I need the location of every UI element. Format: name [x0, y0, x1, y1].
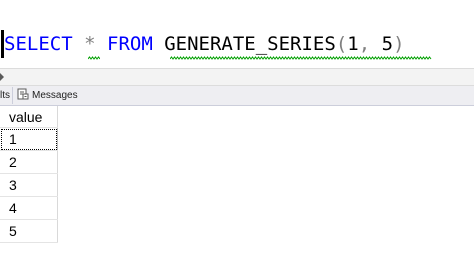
- collapse-triangle-icon[interactable]: [0, 73, 4, 81]
- keyword-from: FROM: [107, 33, 153, 55]
- tab-results-label: lts: [0, 90, 10, 101]
- keyword-select: SELECT: [4, 33, 73, 55]
- grid-cell[interactable]: 4: [0, 196, 58, 220]
- grid-cell[interactable]: 3: [0, 173, 58, 197]
- open-paren: (: [335, 33, 348, 55]
- query-line[interactable]: SELECT * FROM GENERATE_SERIES(1, 5): [4, 30, 405, 58]
- squiggle-underline-function: [170, 56, 432, 60]
- results-table: value 1 2 3 4 5: [0, 106, 58, 243]
- tab-messages-label: Messages: [32, 90, 78, 101]
- table-row: 5: [0, 219, 58, 243]
- column-header-value[interactable]: value: [0, 106, 58, 128]
- table-row: 1: [0, 127, 58, 151]
- tab-messages[interactable]: Messages: [15, 87, 81, 104]
- argument-stop: 5: [381, 33, 394, 55]
- close-paren: ): [393, 33, 405, 55]
- tab-results[interactable]: lts: [0, 87, 13, 104]
- grid-cell[interactable]: 1: [0, 127, 58, 151]
- results-tab-strip: lts Messages: [0, 86, 474, 106]
- ssms-window: SELECT * FROM GENERATE_SERIES(1, 5) lts …: [0, 0, 474, 262]
- argument-start: 1: [347, 33, 359, 55]
- squiggle-underline-star: [88, 56, 100, 60]
- messages-icon: [17, 88, 29, 100]
- query-editor[interactable]: SELECT * FROM GENERATE_SERIES(1, 5): [0, 0, 474, 68]
- function-name: GENERATE_SERIES: [164, 33, 336, 55]
- table-row: 4: [0, 196, 58, 220]
- pane-splitter[interactable]: [0, 68, 474, 86]
- grid-cell[interactable]: 5: [0, 219, 58, 243]
- table-row: 2: [0, 150, 58, 174]
- table-row: 3: [0, 173, 58, 197]
- header-row: value: [0, 106, 58, 128]
- results-grid[interactable]: value 1 2 3 4 5: [0, 106, 474, 262]
- star-operator: *: [84, 33, 96, 55]
- grid-cell[interactable]: 2: [0, 150, 58, 174]
- comma: ,: [358, 33, 371, 55]
